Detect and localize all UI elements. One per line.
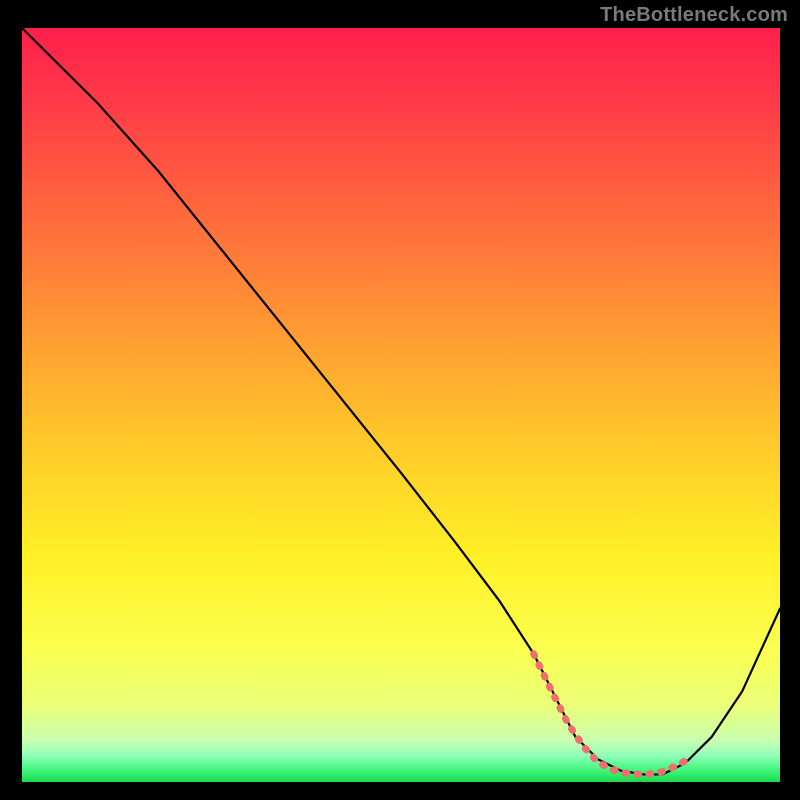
- plot-background: [22, 28, 780, 782]
- watermark-text: TheBottleneck.com: [600, 4, 788, 27]
- bottleneck-chart: [0, 0, 800, 800]
- chart-container: TheBottleneck.com: [0, 0, 800, 800]
